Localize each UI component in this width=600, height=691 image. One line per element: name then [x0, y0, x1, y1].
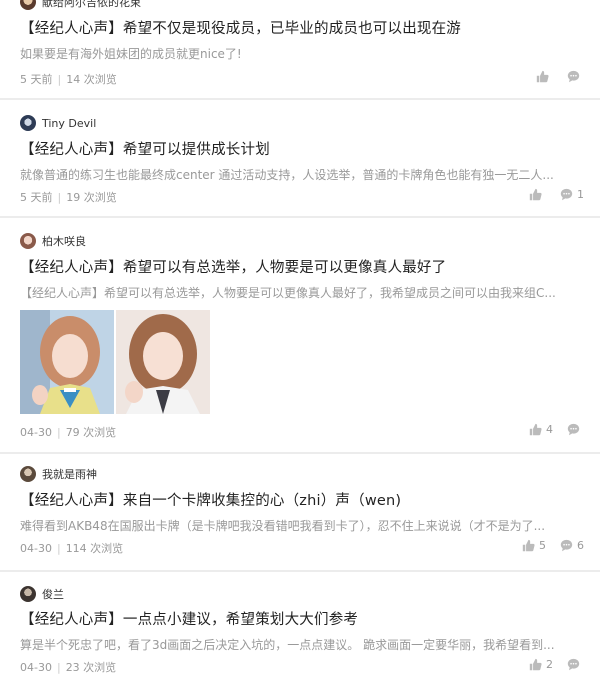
- like-count: 5: [539, 539, 546, 552]
- post-views: 23 次浏览: [65, 661, 117, 674]
- comment-button[interactable]: 1: [560, 188, 584, 201]
- avatar[interactable]: [20, 586, 36, 602]
- avatar[interactable]: [20, 233, 36, 249]
- post-item[interactable]: 柏木咲良 【经纪人心声】希望可以有总选举，人物要是可以更像真人最好了 【经纪人心…: [0, 218, 600, 454]
- post-meta: 5 天前 | 19 次浏览: [20, 189, 117, 205]
- post-meta: 04-30 | 114 次浏览: [20, 540, 123, 556]
- comment-icon: [560, 188, 573, 201]
- thumbs-up-icon: [529, 188, 542, 201]
- photo-girl-icon: [116, 310, 210, 414]
- comment-icon: [567, 658, 580, 671]
- avatar[interactable]: [20, 0, 36, 10]
- post-item[interactable]: 我就是雨神 【经纪人心声】来自一个卡牌收集控的心（zhi）声（wen) 难得看到…: [0, 454, 600, 572]
- avatar[interactable]: [20, 115, 36, 131]
- post-views: 114 次浏览: [65, 542, 124, 555]
- post-views: 19 次浏览: [66, 191, 117, 204]
- post-title[interactable]: 【经纪人心声】来自一个卡牌收集控的心（zhi）声（wen): [20, 489, 580, 510]
- post-date: 04-30: [20, 426, 52, 439]
- meta-separator: |: [56, 542, 61, 555]
- author[interactable]: Tiny Devil: [20, 115, 96, 131]
- post-actions: 2: [515, 658, 584, 671]
- post-item[interactable]: Tiny Devil 【经纪人心声】希望可以提供成长计划 就像普通的练习生也能最…: [0, 100, 600, 218]
- photo-girl-icon: [20, 310, 114, 414]
- post-actions: 5 6: [508, 539, 584, 552]
- author-name[interactable]: 柏木咲良: [42, 233, 86, 249]
- comment-button[interactable]: [567, 70, 584, 83]
- post-excerpt[interactable]: 就像普通的练习生也能最终成center 通过活动支持，人设选举，普通的卡牌角色也…: [20, 166, 580, 183]
- thumbs-up-icon: [529, 658, 542, 671]
- post-image[interactable]: [116, 310, 210, 414]
- post-item[interactable]: 献给阿尔吉侬的花束 【经纪人心声】希望不仅是现役成员，已毕业的成员也可以出现在游…: [0, 0, 600, 100]
- like-button[interactable]: 2: [529, 658, 553, 671]
- post-excerpt[interactable]: 【经纪人心声】希望可以有总选举，人物要是可以更像真人最好了，我希望成员之间可以由…: [20, 284, 580, 301]
- like-count: 2: [546, 658, 553, 671]
- thumbs-up-icon: [529, 423, 542, 436]
- post-date: 5 天前: [20, 191, 53, 204]
- post-meta: 04-30 | 79 次浏览: [20, 424, 116, 440]
- post-item[interactable]: 俊兰 【经纪人心声】一点点小建议，希望策划大大们参考 算是半个死忠了吧，看了3d…: [0, 572, 600, 691]
- post-date: 04-30: [20, 661, 52, 674]
- avatar[interactable]: [20, 466, 36, 482]
- author-name[interactable]: 献给阿尔吉侬的花束: [42, 0, 141, 10]
- post-image[interactable]: [20, 310, 114, 414]
- post-title[interactable]: 【经纪人心声】希望可以有总选举，人物要是可以更像真人最好了: [20, 256, 580, 277]
- author[interactable]: 我就是雨神: [20, 466, 97, 482]
- post-actions: 4: [515, 423, 584, 436]
- comment-icon: [567, 70, 580, 83]
- author-name[interactable]: Tiny Devil: [42, 117, 96, 130]
- author[interactable]: 柏木咲良: [20, 233, 86, 249]
- post-excerpt[interactable]: 算是半个死忠了吧，看了3d画面之后决定入坑的，一点点建议。 跪求画面一定要华丽，…: [20, 636, 580, 653]
- post-meta: 04-30 | 23 次浏览: [20, 659, 116, 675]
- post-excerpt[interactable]: 如果要是有海外姐妹团的成员就更nice了!: [20, 45, 580, 62]
- post-actions: 1: [515, 188, 584, 201]
- thumbs-up-icon: [522, 539, 535, 552]
- thumbs-up-icon: [536, 70, 549, 83]
- post-excerpt[interactable]: 难得看到AKB48在国服出卡牌（是卡牌吧我没看错吧我看到卡了），忍不住上来说说（…: [20, 517, 580, 534]
- author[interactable]: 俊兰: [20, 586, 64, 602]
- comment-icon: [560, 539, 573, 552]
- comment-button[interactable]: 6: [560, 539, 584, 552]
- meta-separator: |: [56, 426, 61, 439]
- post-date: 5 天前: [20, 73, 53, 86]
- post-meta: 5 天前 | 14 次浏览: [20, 71, 117, 87]
- meta-separator: |: [57, 73, 62, 86]
- author-name[interactable]: 俊兰: [42, 586, 64, 602]
- comment-count: 1: [577, 188, 584, 201]
- post-views: 79 次浏览: [65, 426, 117, 439]
- post-date: 04-30: [20, 542, 52, 555]
- comment-button[interactable]: [567, 423, 584, 436]
- post-title[interactable]: 【经纪人心声】希望可以提供成长计划: [20, 138, 580, 159]
- author-name[interactable]: 我就是雨神: [42, 466, 97, 482]
- post-title[interactable]: 【经纪人心声】一点点小建议，希望策划大大们参考: [20, 608, 580, 629]
- post-images: [20, 310, 210, 414]
- comment-icon: [567, 423, 580, 436]
- post-actions: [522, 70, 584, 83]
- like-button[interactable]: 4: [529, 423, 553, 436]
- like-button[interactable]: [529, 188, 546, 201]
- meta-separator: |: [57, 191, 62, 204]
- post-feed: 献给阿尔吉侬的花束 【经纪人心声】希望不仅是现役成员，已毕业的成员也可以出现在游…: [0, 0, 600, 691]
- post-views: 14 次浏览: [66, 73, 117, 86]
- post-title[interactable]: 【经纪人心声】希望不仅是现役成员，已毕业的成员也可以出现在游: [20, 17, 580, 38]
- like-button[interactable]: [536, 70, 553, 83]
- meta-separator: |: [56, 661, 61, 674]
- comment-count: 6: [577, 539, 584, 552]
- author[interactable]: 献给阿尔吉侬的花束: [20, 0, 141, 10]
- comment-button[interactable]: [567, 658, 584, 671]
- like-count: 4: [546, 423, 553, 436]
- like-button[interactable]: 5: [522, 539, 546, 552]
